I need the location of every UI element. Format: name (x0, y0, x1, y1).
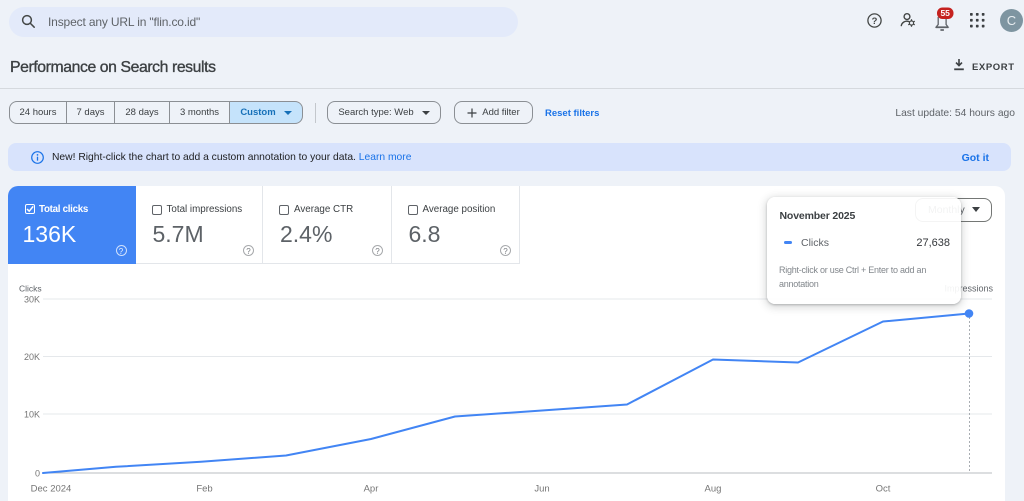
svg-text:Jun: Jun (534, 483, 549, 494)
svg-text:Dec 2024: Dec 2024 (31, 483, 72, 494)
svg-text:20K: 20K (24, 352, 40, 362)
svg-text:?: ? (872, 16, 878, 27)
svg-text:55: 55 (940, 8, 950, 18)
svg-text:Aug: Aug (705, 483, 722, 494)
svg-text:Feb: Feb (196, 483, 212, 494)
svg-text:Apr: Apr (364, 483, 379, 494)
svg-text:10K: 10K (24, 410, 40, 420)
svg-text:30K: 30K (24, 295, 40, 305)
svg-text:Clicks: Clicks (19, 284, 42, 294)
svg-text:Oct: Oct (876, 483, 891, 494)
svg-text:0: 0 (35, 469, 40, 479)
